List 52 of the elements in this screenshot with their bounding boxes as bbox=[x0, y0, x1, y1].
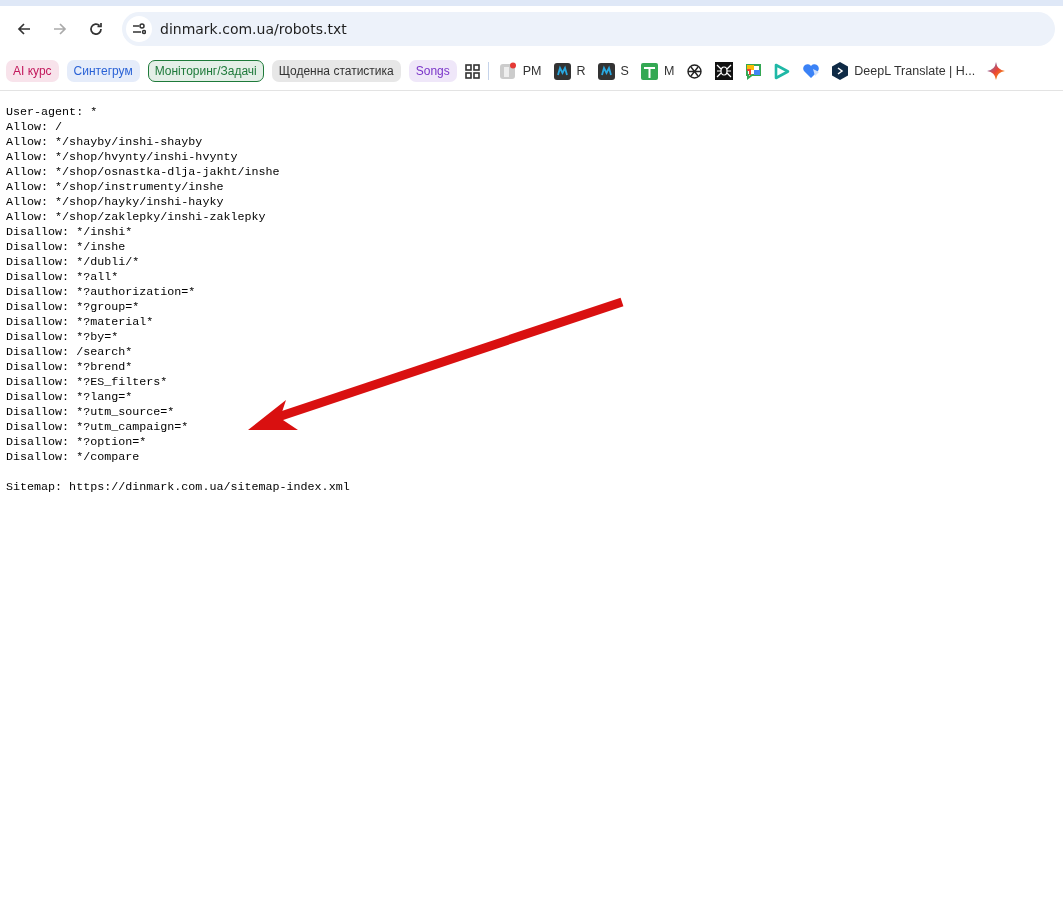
robots-rule: Disallow: */inshe bbox=[6, 240, 127, 255]
robots-rule: Disallow: *?all* bbox=[6, 270, 120, 285]
robots-rule: User-agent: * bbox=[6, 105, 99, 120]
robots-rule: Allow: */shayby/inshi-shayby bbox=[6, 135, 204, 150]
robots-rule: Disallow: *?brend* bbox=[6, 360, 134, 375]
app-tile-icon bbox=[498, 62, 517, 80]
robots-rule: Disallow: *?authorization=* bbox=[6, 285, 197, 300]
robots-rule: Disallow: */dubli/* bbox=[6, 255, 141, 270]
robots-rule: Disallow: */compare bbox=[6, 450, 141, 465]
robots-rule: Disallow: *?utm_campaign=* bbox=[6, 420, 190, 435]
robots-rule: Disallow: /search* bbox=[6, 345, 134, 360]
robots-rule: Allow: */shop/osnastka-dlja-jakht/inshe bbox=[6, 165, 281, 180]
sparkle-icon bbox=[987, 62, 1006, 80]
bookmark-chip[interactable]: AI курс bbox=[6, 60, 59, 82]
robots-rule: Disallow: */inshi* bbox=[6, 225, 134, 240]
address-bar[interactable]: dinmark.com.ua/robots.txt bbox=[122, 12, 1055, 46]
bookmark-label[interactable]: S bbox=[620, 64, 629, 78]
apps-grid-icon[interactable] bbox=[464, 63, 480, 79]
bookmark-chip[interactable]: Синтегрум bbox=[66, 60, 140, 82]
bookmark-chip[interactable]: Моніторинг/Задачі bbox=[147, 60, 264, 82]
play-icon bbox=[774, 62, 791, 80]
bookmark-label[interactable]: DeepL Translate | H... bbox=[854, 64, 976, 78]
back-icon[interactable] bbox=[16, 21, 32, 37]
spider-icon bbox=[715, 62, 734, 80]
reload-icon[interactable] bbox=[88, 21, 104, 37]
chat-icon bbox=[745, 62, 763, 80]
hexagon-icon bbox=[832, 62, 849, 80]
robots-rule: Allow: / bbox=[6, 120, 64, 135]
sitemap-line: Sitemap: https://dinmark.com.ua/sitemap-index.xml bbox=[6, 480, 351, 495]
robots-rule: Disallow: *?ES_filters* bbox=[6, 375, 169, 390]
letter-tile-icon bbox=[597, 62, 615, 80]
robots-rule: Disallow: *?group=* bbox=[6, 300, 141, 315]
robots-rule: Allow: */shop/instrumenty/inshe bbox=[6, 180, 225, 195]
bookmark-label[interactable]: M bbox=[663, 64, 675, 78]
bookmark-chip[interactable]: Щоденна статистика bbox=[271, 60, 401, 82]
site-settings-icon[interactable] bbox=[132, 23, 146, 35]
robots-rule: Disallow: *?option=* bbox=[6, 435, 148, 450]
bookmark-label[interactable]: PM bbox=[522, 64, 542, 78]
robots-rule: Disallow: *?by=* bbox=[6, 330, 120, 345]
letter-tile-icon bbox=[553, 62, 571, 80]
url-text: dinmark.com.ua/robots.txt bbox=[160, 21, 347, 37]
robots-rule: Allow: */shop/zaklepky/inshi-zaklepky bbox=[6, 210, 267, 225]
knot-icon bbox=[686, 62, 704, 80]
bookmark-chip[interactable]: Songs bbox=[408, 60, 457, 82]
heart-icon bbox=[802, 63, 821, 79]
sheet-icon bbox=[640, 62, 658, 80]
robots-rule: Disallow: *?utm_source=* bbox=[6, 405, 176, 420]
robots-rule: Allow: */shop/hvynty/inshi-hvynty bbox=[6, 150, 239, 165]
robots-rule: Disallow: *?material* bbox=[6, 315, 155, 330]
robots-rule: Disallow: *?lang=* bbox=[6, 390, 134, 405]
robots-rule: Allow: */shop/hayky/inshi-hayky bbox=[6, 195, 225, 210]
bookmark-label[interactable]: R bbox=[576, 64, 586, 78]
